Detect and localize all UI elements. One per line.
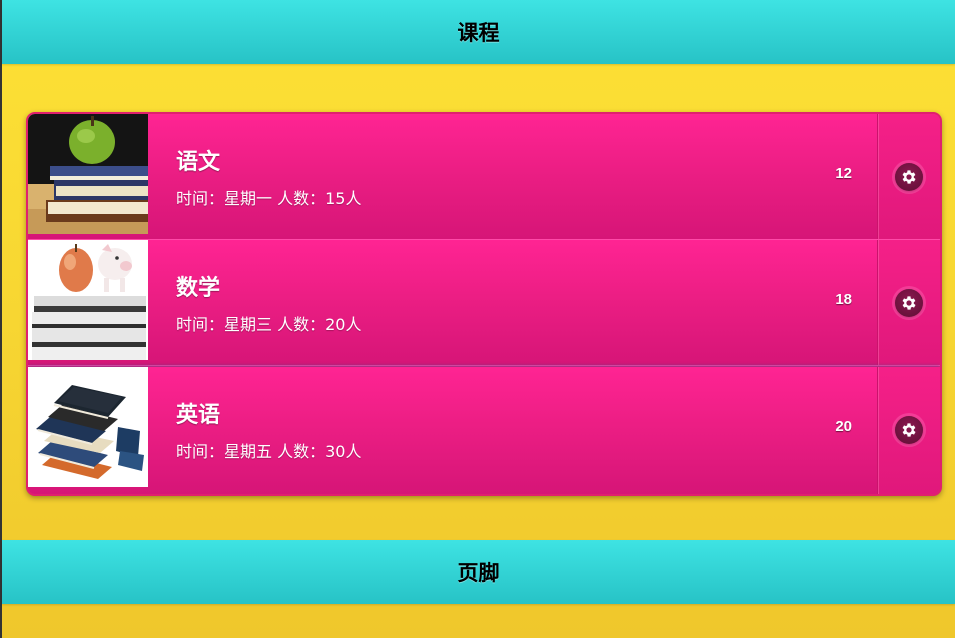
stack-of-books-icon (28, 367, 148, 487)
count-badge: 18 (835, 291, 852, 308)
footer-title: 页脚 (457, 561, 500, 585)
gear-icon[interactable] (895, 416, 923, 444)
header-bar: 课程 (2, 0, 955, 64)
list-item-course-3[interactable]: 英语 时间：星期五 人数：30人 20 (28, 367, 940, 494)
footer-bar: 页脚 (2, 540, 955, 604)
count-badge: 20 (835, 418, 852, 435)
list-item-course-2[interactable]: 数学 时间：星期三 人数：20人 18 (28, 240, 940, 366)
split-button[interactable] (877, 367, 940, 494)
list-item-course-1[interactable]: 语文 时间：星期一 人数：15人 12 (28, 114, 940, 240)
gear-icon[interactable] (895, 163, 923, 191)
split-button[interactable] (877, 240, 940, 365)
course-title: 英语 (176, 403, 221, 428)
count-badge: 12 (835, 165, 852, 182)
course-description: 时间：星期一 人数：15人 (176, 189, 362, 208)
course-description: 时间：星期三 人数：20人 (176, 315, 362, 334)
apple-and-piggy-bank-on-books-icon (28, 240, 148, 360)
course-title: 语文 (176, 150, 221, 175)
split-button[interactable] (877, 114, 940, 239)
books-with-apple-icon (28, 114, 148, 234)
course-title: 数学 (176, 276, 221, 301)
course-description: 时间：星期五 人数：30人 (176, 442, 362, 461)
page-title: 课程 (457, 21, 500, 45)
gear-icon[interactable] (895, 289, 923, 317)
course-list: 语文 时间：星期一 人数：15人 12 数学 时间：星期三 人数：20人 18 … (26, 112, 942, 496)
